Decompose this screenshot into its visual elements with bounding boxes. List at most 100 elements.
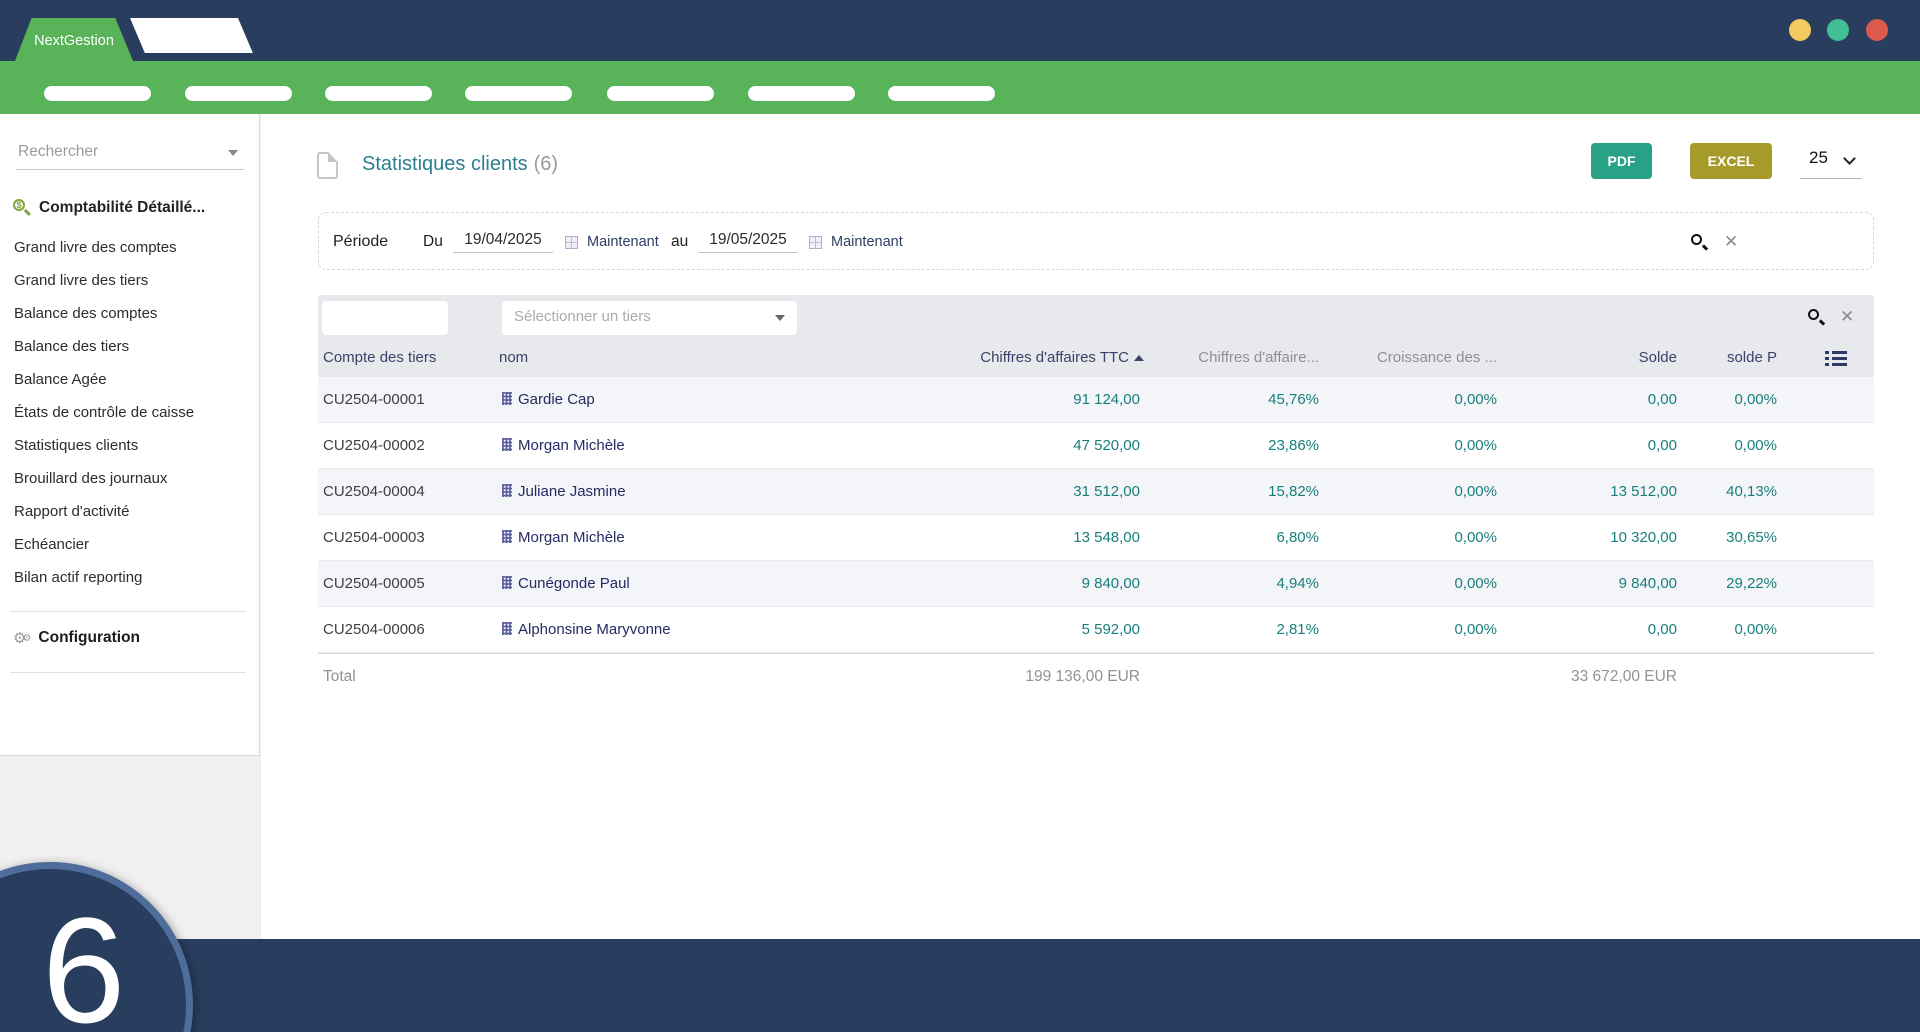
sidebar-search-placeholder: Rechercher bbox=[18, 143, 99, 160]
period-label: Période bbox=[333, 233, 389, 250]
column-header-nom[interactable]: nom bbox=[499, 341, 528, 377]
building-icon bbox=[502, 484, 512, 497]
clear-icon[interactable]: ✕ bbox=[1724, 233, 1738, 251]
cell-ca-pct: 6,80% bbox=[1276, 529, 1319, 546]
client-name-link[interactable]: Morgan Michèle bbox=[518, 529, 625, 546]
calendar-icon[interactable] bbox=[565, 236, 578, 249]
window-dot-yellow[interactable] bbox=[1789, 19, 1811, 41]
column-header-ca-ttc[interactable]: Chiffres d'affaires TTC bbox=[980, 341, 1144, 377]
nav-pill-5[interactable] bbox=[607, 86, 714, 101]
cell-account-code: CU2504-00005 bbox=[323, 575, 425, 592]
cell-client-name[interactable]: Juliane Jasmine bbox=[502, 469, 626, 515]
cell-solde-p: 29,22% bbox=[1726, 575, 1777, 592]
sort-ascending-icon bbox=[1134, 355, 1144, 361]
period-to-input[interactable]: 19/05/2025 bbox=[698, 231, 798, 253]
page-size-select[interactable]: 25 bbox=[1800, 145, 1862, 179]
period-to-now-link[interactable]: Maintenant bbox=[831, 213, 903, 271]
calendar-icon[interactable] bbox=[809, 236, 822, 249]
table-row: CU2504-00004 Juliane Jasmine 31 512,00 1… bbox=[318, 469, 1874, 515]
period-from-input[interactable]: 19/04/2025 bbox=[453, 231, 553, 253]
sidebar-config-label: Configuration bbox=[38, 629, 141, 646]
column-header-croissance[interactable]: Croissance des ... bbox=[1377, 341, 1497, 377]
sidebar-section-comptabilite[interactable]: $ Comptabilité Détaillé... bbox=[13, 199, 205, 217]
cell-ca-pct: 23,86% bbox=[1268, 437, 1319, 454]
main-nav-bar bbox=[0, 61, 1920, 114]
brand-secondary-tab[interactable] bbox=[130, 18, 253, 53]
table-row: CU2504-00003 Morgan Michèle 13 548,00 6,… bbox=[318, 515, 1874, 561]
search-icon[interactable] bbox=[1691, 233, 1709, 251]
cell-solde: 13 512,00 bbox=[1610, 483, 1677, 500]
cell-solde-p: 0,00% bbox=[1734, 391, 1777, 408]
column-settings-icon[interactable] bbox=[1825, 351, 1847, 367]
sidebar-item[interactable]: Brouillard des journaux bbox=[0, 462, 258, 495]
sidebar-item-configuration[interactable]: ⚙⚙ Configuration bbox=[13, 629, 140, 647]
cell-client-name[interactable]: Morgan Michèle bbox=[502, 515, 625, 561]
window-dot-red[interactable] bbox=[1866, 19, 1888, 41]
cell-solde: 0,00 bbox=[1647, 621, 1677, 638]
cell-croissance: 0,00% bbox=[1454, 529, 1497, 546]
column-header-compte[interactable]: Compte des tiers bbox=[323, 341, 436, 377]
column-header-solde-p[interactable]: solde P bbox=[1727, 341, 1777, 377]
total-ca-ttc: 199 136,00 EUR bbox=[1025, 668, 1140, 685]
cell-account-code: CU2504-00001 bbox=[323, 391, 425, 408]
nav-pill-3[interactable] bbox=[325, 86, 432, 101]
sidebar-item[interactable]: Balance des comptes bbox=[0, 297, 258, 330]
building-icon bbox=[502, 392, 512, 405]
account-filter-input[interactable] bbox=[322, 301, 448, 335]
cell-croissance: 0,00% bbox=[1454, 483, 1497, 500]
sidebar-section-label: Comptabilité Détaillé... bbox=[39, 199, 206, 216]
document-icon bbox=[317, 152, 338, 179]
sidebar-item[interactable]: Grand livre des comptes bbox=[0, 231, 258, 264]
cell-ca-ttc: 47 520,00 bbox=[1073, 437, 1140, 454]
cell-client-name[interactable]: Gardie Cap bbox=[502, 377, 595, 423]
cell-client-name[interactable]: Alphonsine Maryvonne bbox=[502, 607, 671, 653]
brand-tab[interactable]: NextGestion bbox=[15, 18, 133, 61]
clear-icon[interactable]: ✕ bbox=[1840, 309, 1854, 326]
cell-client-name[interactable]: Cunégonde Paul bbox=[502, 561, 630, 607]
building-icon bbox=[502, 576, 512, 589]
client-name-link[interactable]: Alphonsine Maryvonne bbox=[518, 621, 671, 638]
table-row: CU2504-00005 Cunégonde Paul 9 840,00 4,9… bbox=[318, 561, 1874, 607]
bottom-band bbox=[0, 939, 1920, 1032]
search-icon[interactable] bbox=[1808, 309, 1826, 326]
page-title-text: Statistiques clients bbox=[362, 153, 528, 175]
sidebar-divider bbox=[10, 672, 246, 673]
sidebar-item[interactable]: Bilan actif reporting bbox=[0, 561, 258, 594]
cell-solde-p: 30,65% bbox=[1726, 529, 1777, 546]
column-header-solde[interactable]: Solde bbox=[1639, 341, 1677, 377]
sidebar-item[interactable]: Balance des tiers bbox=[0, 330, 258, 363]
sidebar-item[interactable]: Balance Agée bbox=[0, 363, 258, 396]
table-total-row: Total 199 136,00 EUR 33 672,00 EUR bbox=[318, 653, 1874, 699]
client-name-link[interactable]: Gardie Cap bbox=[518, 391, 595, 408]
sidebar-item[interactable]: États de contrôle de caisse bbox=[0, 396, 258, 429]
table-row: CU2504-00002 Morgan Michèle 47 520,00 23… bbox=[318, 423, 1874, 469]
period-to-label: au bbox=[671, 233, 689, 250]
sidebar-search-input[interactable]: Rechercher bbox=[16, 136, 244, 170]
sidebar-item[interactable]: Statistiques clients bbox=[0, 429, 258, 462]
cell-client-name[interactable]: Morgan Michèle bbox=[502, 423, 625, 469]
building-icon bbox=[502, 438, 512, 451]
cell-croissance: 0,00% bbox=[1454, 391, 1497, 408]
nav-pill-7[interactable] bbox=[888, 86, 995, 101]
sidebar-item[interactable]: Grand livre des tiers bbox=[0, 264, 258, 297]
nav-pill-1[interactable] bbox=[44, 86, 151, 101]
column-header-ca-pct[interactable]: Chiffres d'affaire... bbox=[1198, 341, 1319, 377]
gear-icon: ⚙⚙ bbox=[13, 628, 32, 647]
nav-pill-6[interactable] bbox=[748, 86, 855, 101]
period-from-now-link[interactable]: Maintenant bbox=[587, 213, 659, 271]
window-dot-green[interactable] bbox=[1827, 19, 1849, 41]
client-name-link[interactable]: Cunégonde Paul bbox=[518, 575, 630, 592]
sidebar-item[interactable]: Echéancier bbox=[0, 528, 258, 561]
sidebar: Rechercher $ Comptabilité Détaillé... Gr… bbox=[0, 114, 260, 756]
nav-pill-2[interactable] bbox=[185, 86, 292, 101]
nav-pill-4[interactable] bbox=[465, 86, 572, 101]
excel-button[interactable]: EXCEL bbox=[1690, 143, 1772, 179]
table-header: Compte des tiers nom Chiffres d'affaires… bbox=[318, 341, 1874, 377]
sidebar-item[interactable]: Rapport d'activité bbox=[0, 495, 258, 528]
client-name-link[interactable]: Juliane Jasmine bbox=[518, 483, 626, 500]
client-name-link[interactable]: Morgan Michèle bbox=[518, 437, 625, 454]
page-size-value: 25 bbox=[1809, 148, 1828, 167]
pdf-button[interactable]: PDF bbox=[1591, 143, 1652, 179]
cell-account-code: CU2504-00002 bbox=[323, 437, 425, 454]
tiers-select[interactable]: Sélectionner un tiers bbox=[502, 301, 797, 335]
